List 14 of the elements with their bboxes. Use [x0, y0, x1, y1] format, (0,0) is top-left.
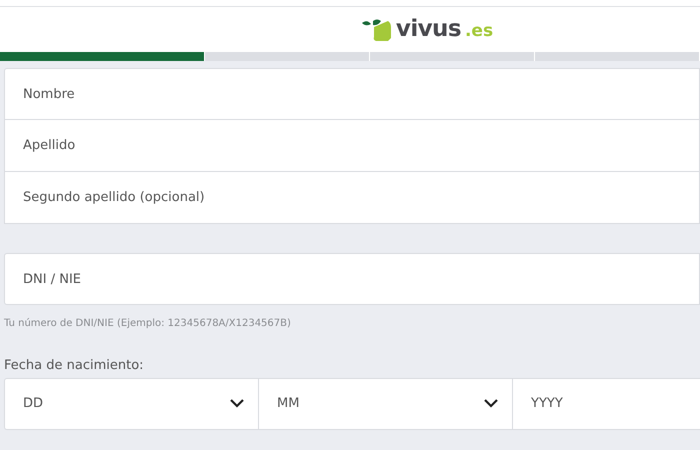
logo-suffix: .es: [464, 23, 494, 40]
text-field[interactable]: Apellido: [4, 120, 700, 172]
field-hint: Tu número de DNI/NIE (Ejemplo: 12345678A/X1234567B): [4, 317, 292, 331]
chevron-down-icon: [230, 399, 244, 408]
text-field[interactable]: Segundo apellido (opcional): [4, 172, 700, 224]
leaf-logo-icon: [362, 18, 392, 40]
date-select[interactable]: MM: [258, 378, 512, 430]
field-label: Fecha de nacimiento:: [4, 357, 145, 375]
logo-text: vivus: [396, 18, 461, 41]
chevron-down-icon: [484, 399, 498, 408]
dni-field[interactable]: DNI / NIE: [4, 253, 700, 305]
date-select[interactable]: DD: [4, 378, 258, 430]
text-field[interactable]: Nombre: [4, 68, 700, 120]
year-field[interactable]: YYYY: [512, 378, 700, 430]
